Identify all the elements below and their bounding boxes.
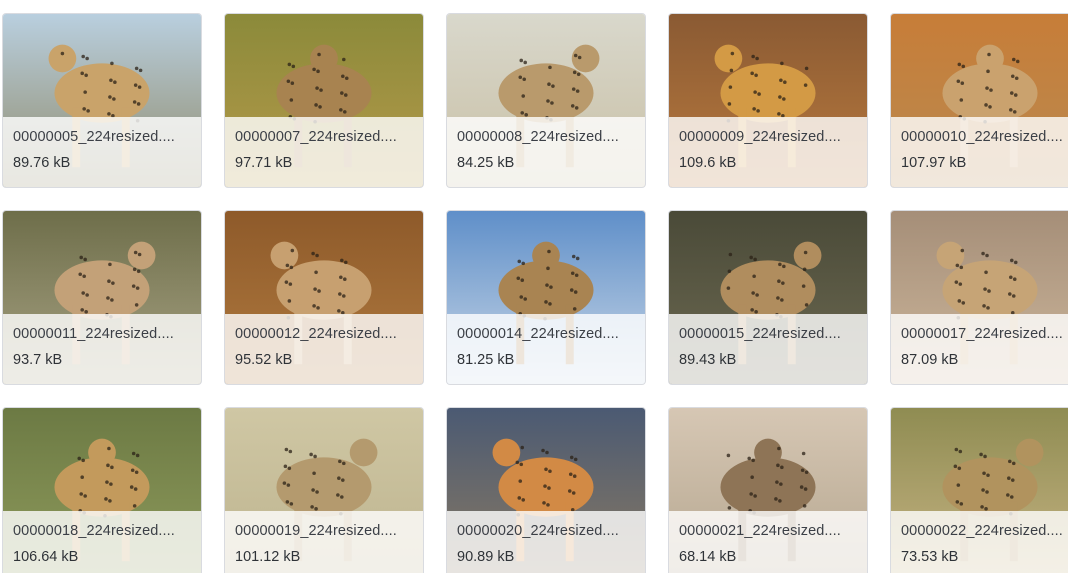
file-info: 00000018_224resized.... 106.64 kB [3, 511, 201, 573]
file-card[interactable]: 00000009_224resized.... 109.6 kB [668, 13, 868, 188]
file-info: 00000011_224resized.... 93.7 kB [3, 314, 201, 384]
file-card[interactable]: 00000019_224resized.... 101.12 kB [224, 407, 424, 573]
file-info: 00000005_224resized.... 89.76 kB [3, 117, 201, 187]
file-card[interactable]: 00000022_224resized.... 73.53 kB [890, 407, 1068, 573]
file-size: 106.64 kB [13, 549, 79, 565]
file-info: 00000012_224resized.... 95.52 kB [225, 314, 423, 384]
file-size: 101.12 kB [235, 549, 301, 565]
file-card[interactable]: 00000008_224resized.... 84.25 kB [446, 13, 646, 188]
file-card[interactable]: 00000012_224resized.... 95.52 kB [224, 210, 424, 385]
file-info: 00000015_224resized.... 89.43 kB [669, 314, 867, 384]
file-card[interactable]: 00000014_224resized.... 81.25 kB [446, 210, 646, 385]
file-size: 109.6 kB [679, 155, 737, 171]
file-card[interactable]: 00000007_224resized.... 97.71 kB [224, 13, 424, 188]
file-name: 00000008_224resized.... [457, 129, 619, 145]
file-card[interactable]: 00000021_224resized.... 68.14 kB [668, 407, 868, 573]
file-info: 00000020_224resized.... 90.89 kB [447, 511, 645, 573]
file-name: 00000005_224resized.... [13, 129, 175, 145]
file-info: 00000019_224resized.... 101.12 kB [225, 511, 423, 573]
file-size: 68.14 kB [679, 549, 737, 565]
file-size: 90.89 kB [457, 549, 515, 565]
file-info: 00000022_224resized.... 73.53 kB [891, 511, 1068, 573]
file-info: 00000007_224resized.... 97.71 kB [225, 117, 423, 187]
file-name: 00000010_224resized.... [901, 129, 1063, 145]
file-info: 00000009_224resized.... 109.6 kB [669, 117, 867, 187]
file-name: 00000019_224resized.... [235, 523, 397, 539]
file-card[interactable]: 00000020_224resized.... 90.89 kB [446, 407, 646, 573]
file-size: 84.25 kB [457, 155, 515, 171]
file-size: 89.76 kB [13, 155, 71, 171]
file-name: 00000011_224resized.... [13, 326, 174, 342]
file-size: 89.43 kB [679, 352, 737, 368]
file-card[interactable]: 00000011_224resized.... 93.7 kB [2, 210, 202, 385]
file-name: 00000020_224resized.... [457, 523, 619, 539]
file-size: 97.71 kB [235, 155, 293, 171]
file-size: 107.97 kB [901, 155, 967, 171]
file-name: 00000021_224resized.... [679, 523, 841, 539]
file-name: 00000007_224resized.... [235, 129, 397, 145]
file-card[interactable]: 00000018_224resized.... 106.64 kB [2, 407, 202, 573]
file-info: 00000017_224resized.... 87.09 kB [891, 314, 1068, 384]
file-size: 73.53 kB [901, 549, 959, 565]
file-card[interactable]: 00000005_224resized.... 89.76 kB [2, 13, 202, 188]
file-info: 00000014_224resized.... 81.25 kB [447, 314, 645, 384]
file-size: 81.25 kB [457, 352, 515, 368]
file-info: 00000021_224resized.... 68.14 kB [669, 511, 867, 573]
file-name: 00000022_224resized.... [901, 523, 1063, 539]
file-info: 00000010_224resized.... 107.97 kB [891, 117, 1068, 187]
file-name: 00000009_224resized.... [679, 129, 841, 145]
file-info: 00000008_224resized.... 84.25 kB [447, 117, 645, 187]
file-card[interactable]: 00000015_224resized.... 89.43 kB [668, 210, 868, 385]
file-name: 00000015_224resized.... [679, 326, 841, 342]
file-card[interactable]: 00000017_224resized.... 87.09 kB [890, 210, 1068, 385]
file-size: 87.09 kB [901, 352, 959, 368]
file-size: 93.7 kB [13, 352, 63, 368]
file-name: 00000012_224resized.... [235, 326, 397, 342]
file-name: 00000018_224resized.... [13, 523, 175, 539]
file-size: 95.52 kB [235, 352, 293, 368]
file-name: 00000017_224resized.... [901, 326, 1063, 342]
file-grid: 00000005_224resized.... 89.76 kB 00000007… [0, 0, 1068, 573]
file-card[interactable]: 00000010_224resized.... 107.97 kB [890, 13, 1068, 188]
file-name: 00000014_224resized.... [457, 326, 619, 342]
